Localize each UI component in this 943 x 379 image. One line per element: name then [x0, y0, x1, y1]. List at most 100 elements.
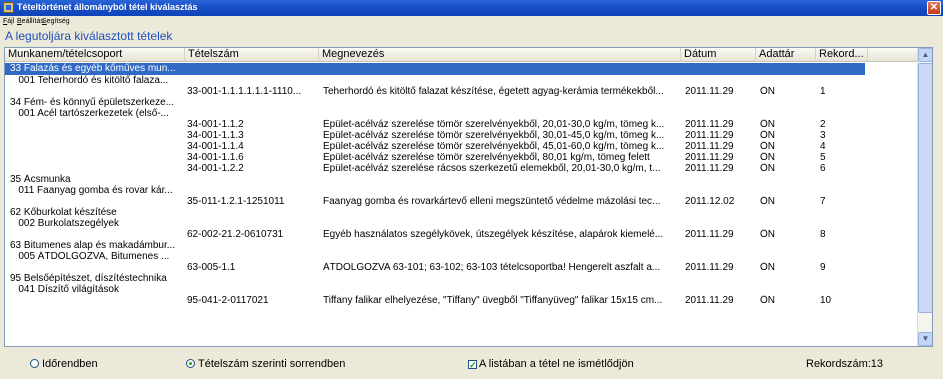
cell-code: 34-001-1.1.3 [187, 130, 244, 141]
table-row[interactable]: 011 Faanyag gomba és rovar kár... [5, 185, 918, 196]
title-bar: Tételtörténet állományból tétel kiválasz… [0, 0, 943, 16]
cell-name: Teherhordó és kitöltő falazat készítése,… [323, 86, 664, 97]
cell-code: 34-001-1.2.2 [187, 163, 244, 174]
col-header-code[interactable]: Tételszám [185, 48, 319, 62]
cell-group: 002 Burkolatszegélyek [10, 218, 119, 229]
section-title: A legutoljára kiválasztott tételek [5, 29, 173, 43]
order-by-code-option[interactable]: Tételszám szerinti sorrendben [186, 358, 345, 370]
table-row[interactable]: 001 Teherhordó és kitöltő falaza... [5, 75, 918, 86]
table-row[interactable]: 34 Fém- és könnyű épületszerkeze... [5, 97, 918, 108]
cell-group: 35 Ácsmunka [10, 174, 71, 185]
scroll-up-arrow-icon[interactable]: ▲ [918, 48, 932, 62]
menu-bar: Fájl Beállítás Segítség [0, 17, 943, 29]
cell-store: ÖN [760, 86, 775, 97]
cell-name: Épület-acélváz szerelése tömör szerelvén… [323, 130, 665, 141]
cell-record: 8 [820, 229, 826, 240]
cell-group: 001 Teherhordó és kitöltő falaza... [10, 75, 169, 86]
col-header-store[interactable]: Adattár [756, 48, 816, 62]
cell-record: 6 [820, 163, 826, 174]
table-row[interactable]: 005 ÁTDOLGOZVA, Bitumenes ... [5, 251, 918, 262]
cell-store: ÖN [760, 229, 775, 240]
table-row[interactable]: 35 Ácsmunka [5, 174, 918, 185]
grid-header: Munkanem/tételcsoport Tételszám Megnevez… [5, 48, 918, 62]
cell-group: 011 Faanyag gomba és rovar kár... [10, 185, 173, 196]
cell-store: ÖN [760, 141, 775, 152]
scroll-thumb[interactable] [918, 63, 932, 313]
table-row[interactable]: 63 Bitumenes alap és makadámbur... [5, 240, 918, 251]
table-row[interactable]: 34-001-1.1.2 Épület-acélváz szerelése töm… [5, 119, 918, 130]
table-row[interactable]: 34-001-1.1.3 Épület-acélváz szerelése töm… [5, 130, 918, 141]
cell-name: Épület-acélváz szerelése tömör szerelvén… [323, 119, 665, 130]
menu-settings[interactable]: Beállítás [17, 18, 44, 25]
cell-store: ÖN [760, 262, 775, 273]
table-row[interactable]: 63-005-1.1 ÁTDOLGOZVA 63-101; 63-102; 63-… [5, 262, 918, 273]
menu-file[interactable]: Fájl [3, 18, 14, 25]
table-row[interactable]: 34-001-1.1.4 Épület-acélváz szerelése töm… [5, 141, 918, 152]
window-title: Tételtörténet állományból tétel kiválasz… [17, 2, 198, 12]
table-row[interactable]: 34-001-1.1.6 Épület-acélváz szerelése töm… [5, 152, 918, 163]
no-repeat-option[interactable]: ✓ A listában a tétel ne ismétlődjön [468, 358, 634, 370]
cell-date: 2011.12.02 [685, 196, 735, 207]
cell-group: 001 Acél tartószerkezetek (első-... [10, 108, 169, 119]
cell-record: 1 [820, 86, 826, 97]
cell-date: 2011.11.29 [685, 86, 734, 97]
radio-icon[interactable] [30, 359, 39, 368]
radio-checked-icon[interactable] [186, 359, 195, 368]
table-row[interactable]: 33-001-1.1.1.1.1.1-1110... Teherhordó és … [5, 86, 918, 97]
cell-name: Egyéb használatos szegélykövek, útszegél… [323, 229, 664, 240]
cell-code: 33-001-1.1.1.1.1.1-1110... [187, 86, 302, 97]
col-header-name[interactable]: Megnevezés [319, 48, 681, 62]
vertical-scrollbar[interactable]: ▲ ▼ [917, 48, 932, 346]
cell-record: 9 [820, 262, 826, 273]
cell-code: 34-001-1.1.2 [187, 119, 244, 130]
cell-group: 005 ÁTDOLGOZVA, Bitumenes ... [10, 251, 170, 262]
cell-date: 2011.11.29 [685, 119, 734, 130]
table-row[interactable]: 34-001-1.2.2 Épület-acélváz szerelése rác… [5, 163, 918, 174]
table-row[interactable]: 95 Belsőépítészet, díszítéstechnika [5, 273, 918, 284]
table-row[interactable]: 95-041-2-0117021 Tiffany falikar elhelyez… [5, 295, 918, 306]
table-row[interactable]: 001 Acél tartószerkezetek (első-... [5, 108, 918, 119]
items-grid[interactable]: Munkanem/tételcsoport Tételszám Megnevez… [4, 47, 933, 347]
table-row[interactable]: 62-002-21.2-0610731 Egyéb használatos sze… [5, 229, 918, 240]
scroll-down-arrow-icon[interactable]: ▼ [918, 332, 932, 346]
order-by-time-option[interactable]: Időrendben [30, 358, 98, 370]
cell-code: 34-001-1.1.6 [187, 152, 244, 163]
menu-help[interactable]: Segítség [42, 18, 70, 25]
cell-record: 10 [820, 295, 832, 306]
cell-name: ÁTDOLGOZVA 63-101; 63-102; 63-103 tételc… [323, 262, 661, 273]
checkbox-checked-icon[interactable]: ✓ [468, 360, 477, 370]
cell-name: Épület-acélváz szerelése tömör szerelvén… [323, 141, 665, 152]
cell-date: 2011.11.29 [685, 130, 734, 141]
cell-date: 2011.11.29 [685, 295, 734, 306]
record-count: Rekordszám:13 [806, 358, 884, 370]
cell-record: 4 [820, 141, 826, 152]
cell-group: 63 Bitumenes alap és makadámbur... [10, 240, 176, 251]
cell-record: 2 [820, 119, 826, 130]
cell-store: ÖN [760, 163, 775, 174]
cell-store: ÖN [760, 196, 775, 207]
cell-code: 63-005-1.1 [187, 262, 236, 273]
table-row[interactable]: 041 Díszítő világítások [5, 284, 918, 295]
cell-name: Faanyag gomba és rovarkártevő elleni meg… [323, 196, 661, 207]
table-row[interactable]: 62 Kőburkolat készítése [5, 207, 918, 218]
table-row[interactable]: 33 Falazás és egyéb kőműves mun... [5, 63, 918, 75]
table-row[interactable]: 002 Burkolatszegélyek [5, 218, 918, 229]
col-header-group[interactable]: Munkanem/tételcsoport [5, 48, 185, 62]
cell-record: 7 [820, 196, 826, 207]
cell-name: Tiffany falikar elhelyezése, "Tiffany" ü… [323, 295, 663, 306]
cell-date: 2011.11.29 [685, 229, 734, 240]
col-header-record[interactable]: Rekord... [816, 48, 868, 62]
no-repeat-label: A listában a tétel ne ismétlődjön [479, 358, 634, 370]
cell-code: 95-041-2-0117021 [187, 295, 269, 306]
cell-record: 3 [820, 130, 826, 141]
cell-record: 5 [820, 152, 826, 163]
cell-code: 62-002-21.2-0610731 [187, 229, 284, 240]
cell-group: 95 Belsőépítészet, díszítéstechnika [10, 273, 167, 284]
cell-store: ÖN [760, 119, 775, 130]
table-row[interactable]: 35-011-1.2.1-1251011 Faanyag gomba és rov… [5, 196, 918, 207]
order-by-code-label: Tételszám szerinti sorrendben [198, 358, 346, 370]
close-button[interactable]: ✕ [927, 1, 941, 15]
col-header-date[interactable]: Dátum [681, 48, 756, 62]
cell-date: 2011.11.29 [685, 152, 734, 163]
cell-group: 34 Fém- és könnyű épületszerkeze... [10, 97, 174, 108]
